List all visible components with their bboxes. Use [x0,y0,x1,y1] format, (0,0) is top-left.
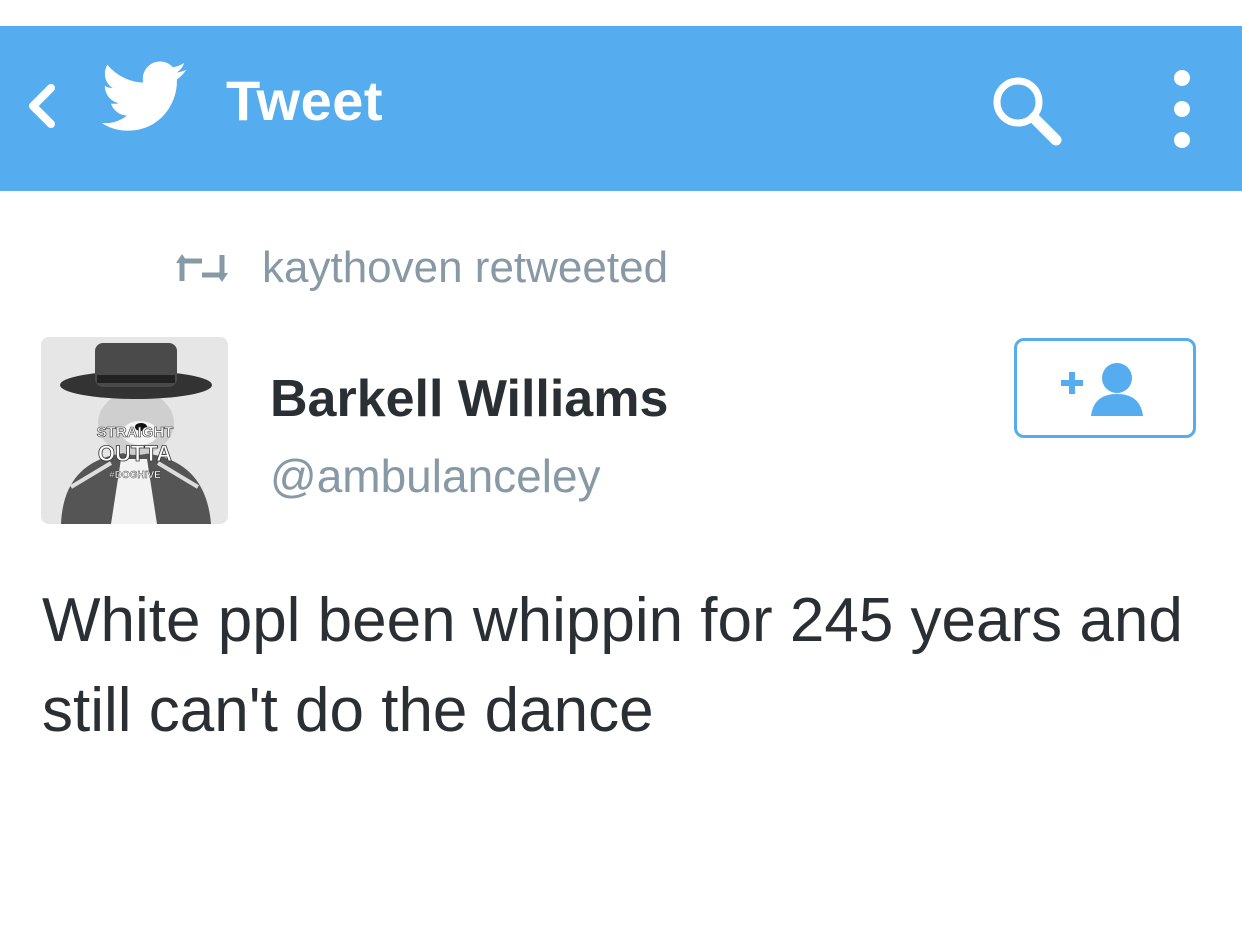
back-button[interactable] [22,76,62,136]
page-title: Tweet [226,69,384,132]
retweet-icon [176,254,228,282]
author-handle[interactable]: @ambulanceley [270,446,601,506]
more-options-button[interactable] [1160,64,1204,154]
twitter-bird-icon [102,61,187,131]
avatar-caption-line3: #DOGHIVE [109,470,161,481]
author-display-name[interactable]: Barkell Williams [270,366,668,432]
avatar-dog-image: STRAIGHT OUTTA #DOGHIVE [41,337,228,524]
tweet-body-text: White ppl been whippin for 245 years and… [42,586,1183,745]
status-strip [0,0,1242,26]
retweeted-by-text[interactable]: kaythoven retweeted [262,240,668,296]
avatar-caption-line1: STRAIGHT [97,424,174,441]
search-icon [993,77,1062,146]
app-bar: Tweet [0,26,1242,191]
chevron-left-icon [29,84,55,128]
avatar-caption-line2: OUTTA [98,441,172,466]
overflow-menu-icon [1174,70,1190,148]
follow-button[interactable] [1014,338,1196,438]
retweet-context: kaythoven retweeted [176,238,668,298]
add-user-icon [1061,363,1143,416]
avatar[interactable]: STRAIGHT OUTTA #DOGHIVE [41,337,228,524]
tweet-detail-screen: Tweet kaythoven retweeted STRAIGHT OUTTA… [0,0,1242,936]
search-button[interactable] [986,70,1066,150]
